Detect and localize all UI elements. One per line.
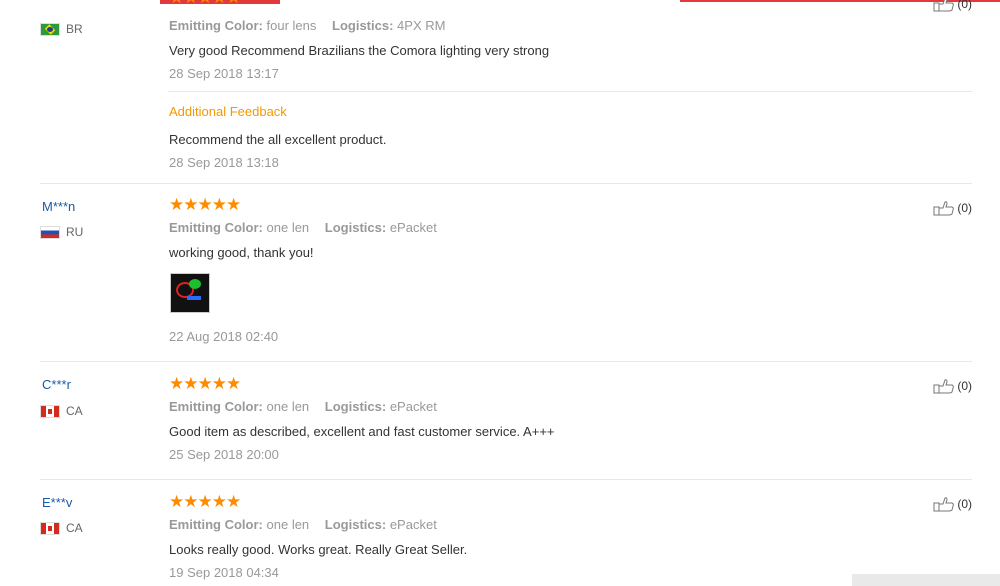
divider — [168, 91, 972, 92]
star-rating: ★★★★★ — [169, 374, 241, 393]
review-text: Good item as described, excellent and fa… — [169, 424, 555, 439]
reviewer-country: CA — [40, 521, 83, 535]
helpful-button[interactable]: (0) — [933, 0, 972, 12]
helpful-button[interactable]: (0) — [933, 496, 972, 512]
additional-feedback-label: Additional Feedback — [169, 104, 287, 119]
reviewer-country: RU — [40, 225, 83, 239]
reviewer-country: BR — [40, 22, 83, 36]
review-attributes: Emitting Color: one len Logistics: ePack… — [169, 220, 437, 235]
canada-flag-icon — [40, 404, 60, 418]
country-code: CA — [66, 404, 83, 418]
review-date: 28 Sep 2018 13:17 — [169, 66, 279, 81]
review-date: 22 Aug 2018 02:40 — [169, 329, 279, 344]
thumbs-up-icon — [933, 201, 955, 216]
review-text: working good, thank you! — [169, 245, 314, 260]
country-code: CA — [66, 521, 83, 535]
emitting-color-value: four lens — [266, 18, 317, 33]
review-divider — [40, 183, 972, 184]
additional-feedback-date: 28 Sep 2018 13:18 — [169, 155, 279, 170]
review-attributes: Emitting Color: four lens Logistics: 4PX… — [169, 18, 445, 33]
emitting-color-label: Emitting Color: — [169, 18, 263, 33]
helpful-count: (0) — [957, 201, 972, 215]
review-text: Looks really good. Works great. Really G… — [169, 542, 468, 557]
helpful-count: (0) — [957, 0, 972, 11]
review-divider — [40, 479, 972, 480]
reviewer-name: E***v — [42, 495, 73, 510]
country-code: BR — [66, 22, 83, 36]
review-date: 25 Sep 2018 20:00 — [169, 447, 279, 462]
emitting-color-label: Emitting Color: — [169, 220, 263, 235]
review-attributes: Emitting Color: one len Logistics: ePack… — [169, 517, 437, 532]
russia-flag-icon — [40, 225, 60, 239]
logistics-value: ePacket — [389, 517, 437, 532]
thumbs-up-icon — [933, 0, 955, 12]
reviewer-name: M***n — [42, 199, 76, 214]
review-photo-thumbnail[interactable] — [170, 273, 210, 313]
logistics-value: 4PX RM — [397, 18, 446, 33]
review-divider — [40, 361, 972, 362]
brazil-flag-icon — [40, 22, 60, 36]
emitting-color-value: one len — [266, 517, 310, 532]
logistics-label: Logistics: — [324, 220, 387, 235]
review-text: Very good Recommend Brazilians the Comor… — [169, 43, 550, 58]
review-attributes: Emitting Color: one len Logistics: ePack… — [169, 399, 437, 414]
logistics-value: ePacket — [389, 399, 437, 414]
reviewer-name: C***r — [42, 377, 71, 392]
canada-flag-icon — [40, 521, 60, 535]
logistics-value: ePacket — [389, 220, 437, 235]
country-code: RU — [66, 225, 84, 239]
emitting-color-label: Emitting Color: — [169, 517, 263, 532]
star-rating: ★★★★★ — [169, 195, 241, 214]
emitting-color-label: Emitting Color: — [169, 399, 263, 414]
top-bar — [0, 0, 1000, 4]
logistics-label: Logistics: — [324, 517, 387, 532]
emitting-color-value: one len — [266, 220, 310, 235]
bottom-panel-edge — [852, 574, 1000, 586]
helpful-count: (0) — [957, 497, 972, 511]
logistics-label: Logistics: — [324, 399, 387, 414]
thumbs-up-icon — [933, 497, 955, 512]
star-rating: ★★★★★ — [169, 492, 241, 511]
emitting-color-value: one len — [266, 399, 310, 414]
review-date: 19 Sep 2018 04:34 — [169, 565, 279, 580]
helpful-count: (0) — [957, 379, 972, 393]
helpful-button[interactable]: (0) — [933, 200, 972, 216]
reviewer-country: CA — [40, 404, 83, 418]
star-rating: ★★★★★ — [169, 0, 241, 8]
logistics-label: Logistics: — [332, 18, 394, 33]
thumbs-up-icon — [933, 379, 955, 394]
helpful-button[interactable]: (0) — [933, 378, 972, 394]
additional-feedback-text: Recommend the all excellent product. — [169, 132, 387, 147]
